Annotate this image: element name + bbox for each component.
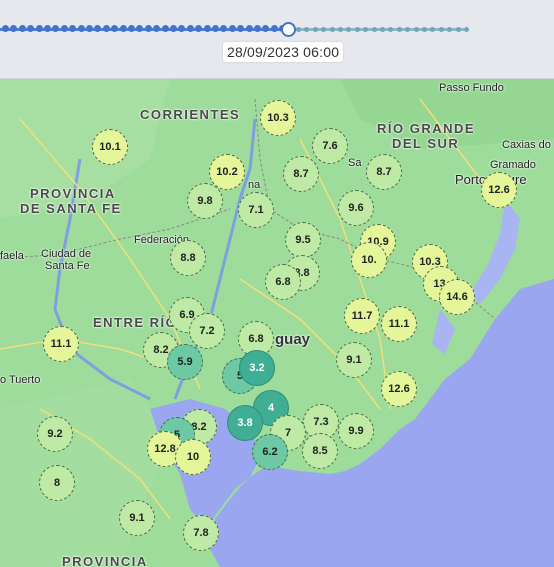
label-passo-fundo: Passo Fundo [439,82,504,94]
timeline-step[interactable] [228,25,236,32]
timeline-step[interactable] [77,25,85,32]
temperature-marker[interactable]: 7.6 [312,128,348,164]
temperature-marker[interactable]: 9.1 [336,342,372,378]
timeline-step[interactable] [304,27,310,32]
label-santa-fe-2: DE SANTA FE [20,201,122,216]
temperature-marker[interactable]: 10.2 [209,154,245,190]
temperature-marker[interactable]: 11.1 [381,306,417,342]
timeline-step[interactable] [18,25,26,32]
temperature-marker[interactable]: 9.5 [285,222,321,258]
timeline-step[interactable] [388,27,394,32]
timeline-step[interactable] [270,25,278,32]
timeline-step[interactable] [354,27,360,32]
timeline-step[interactable] [329,27,335,32]
timeline-step[interactable] [186,25,194,32]
timeline-step[interactable] [60,25,68,32]
timeline-step[interactable] [119,25,127,32]
temperature-marker[interactable]: 6.8 [265,264,301,300]
timeline-step[interactable] [170,25,177,32]
label-caxias: Caxias do [502,139,551,151]
temperature-marker[interactable]: 9.2 [37,416,73,452]
temperature-marker[interactable]: 10.3 [260,100,296,136]
temperature-marker[interactable]: 7.1 [238,192,274,228]
timeline-step[interactable] [254,25,261,32]
label-gramado: Gramado [490,159,536,171]
temperature-marker[interactable]: 11.7 [344,298,380,334]
temperature-marker[interactable]: 12.6 [481,172,517,208]
temperature-marker[interactable]: 10 [175,439,211,475]
timeline-step[interactable] [447,27,453,32]
temperature-marker[interactable]: 6.2 [252,434,288,470]
timeline-step[interactable] [380,27,385,32]
temperature-marker[interactable]: 8.8 [170,240,206,276]
timeline-step[interactable] [296,27,301,32]
label-entre-rios: ENTRE RÍO [93,315,178,330]
timeline-panel: 28/09/2023 06:00 [0,0,554,79]
timeline-step[interactable] [44,25,51,32]
timeline-handle[interactable] [281,22,296,37]
timeline-step[interactable] [396,27,402,32]
timeline-step[interactable] [144,25,152,32]
temperature-marker[interactable]: 10.1 [92,129,128,165]
temperature-marker[interactable]: 3.2 [239,350,275,386]
timeline-step[interactable] [161,25,169,32]
timeline-step[interactable] [86,25,93,32]
timeline-step[interactable] [438,27,444,32]
label-na-fragment: na [248,179,261,191]
current-datetime-label: 28/09/2023 06:00 [223,42,344,62]
timeline-step[interactable] [35,25,43,32]
label-venado-tuerto: o Tuerto [0,374,41,386]
label-sa-fragment: Sa [348,157,362,169]
timeline-step[interactable] [203,25,211,32]
temperature-marker[interactable]: 8.5 [302,433,338,469]
temperature-marker[interactable]: 5.9 [167,344,203,380]
temperature-marker[interactable]: 8.7 [283,156,319,192]
label-rafaela: faela [0,250,24,262]
timeline-step[interactable] [346,27,352,32]
label-bs-as: PROVINCIA [62,554,148,567]
timeline-step[interactable] [363,27,369,32]
temperature-marker[interactable]: 11.1 [43,326,79,362]
timeline-step[interactable] [321,27,327,32]
map-basemap [0,79,554,567]
label-rio-grande: RÍO GRANDE [377,121,476,136]
label-uruguay: guay [275,331,311,348]
timeline-step[interactable] [422,27,427,32]
timeline-step[interactable] [405,27,411,32]
temperature-marker[interactable]: 10. [351,242,387,278]
timeline-step[interactable] [430,27,436,32]
label-ciudad-santa-fe-2: Santa Fe [45,260,90,272]
timeline-step[interactable] [371,27,377,32]
timeline-step[interactable] [413,27,419,32]
time-slider[interactable] [0,22,470,38]
temperature-marker[interactable]: 12.6 [381,371,417,407]
temperature-marker[interactable]: 7.2 [189,313,225,349]
label-santa-fe-1: PROVINCIA [30,186,116,201]
label-ciudad-santa-fe-1: Ciudad de [41,248,92,260]
timeline-step[interactable] [102,25,110,32]
timeline-step[interactable] [338,27,343,32]
temperature-marker[interactable]: 3.8 [227,405,263,441]
timeline-step[interactable] [464,27,469,32]
temperature-marker[interactable]: 8 [39,465,75,501]
timeline-step[interactable] [212,25,219,32]
temperature-marker[interactable]: 9.1 [119,500,155,536]
timeline-step[interactable] [455,27,461,32]
temperature-marker[interactable]: 7.8 [183,515,219,551]
map-view[interactable]: CORRIENTES RÍO GRANDE DEL SUR PROVINCIA … [0,79,554,567]
temperature-marker[interactable]: 14.6 [439,279,475,315]
label-corrientes: CORRIENTES [140,107,241,122]
timeline-step[interactable] [128,25,135,32]
timeline-step[interactable] [312,27,318,32]
temperature-marker[interactable]: 9.9 [338,413,374,449]
temperature-marker[interactable]: 8.7 [366,154,402,190]
timeline-step[interactable] [2,25,9,32]
timeline-step[interactable] [245,25,253,32]
temperature-marker[interactable]: 9.8 [187,183,223,219]
label-del-sur: DEL SUR [392,136,460,151]
temperature-marker[interactable]: 9.6 [338,190,374,226]
